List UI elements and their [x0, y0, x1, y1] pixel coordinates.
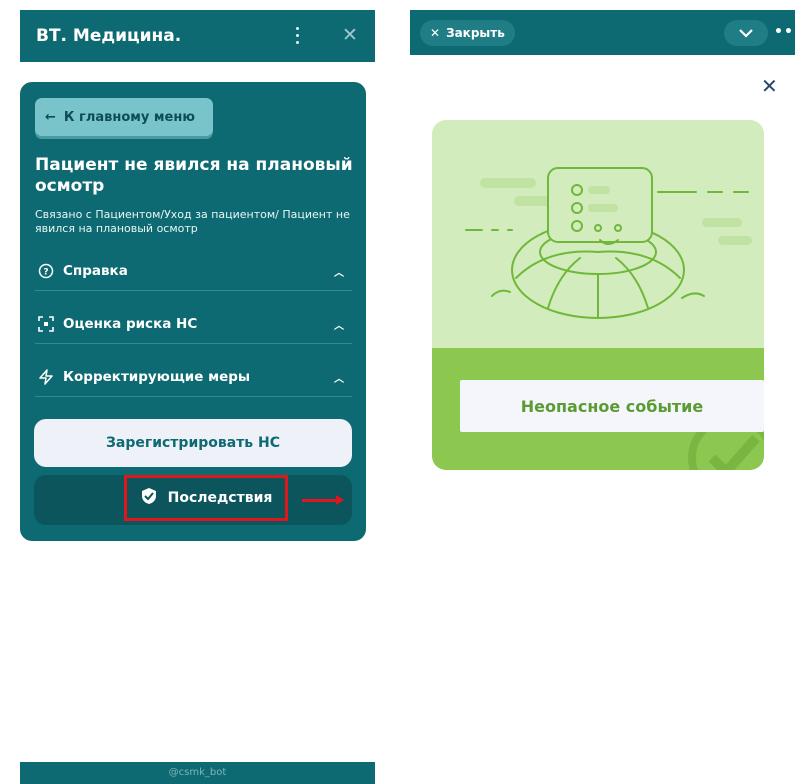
kebab-icon[interactable]: [296, 27, 300, 45]
section-risk-label: Оценка риска НС: [63, 316, 198, 332]
arrow-left-icon: ←: [45, 109, 56, 125]
close-icon[interactable]: ✕: [342, 24, 358, 46]
focus-icon: [35, 316, 57, 332]
modal-close-icon[interactable]: ✕: [761, 74, 778, 98]
non-dangerous-event-button[interactable]: Неопасное событие: [460, 380, 764, 432]
floating-robot-illustration: [465, 167, 752, 319]
consequences-row: Последствия: [34, 475, 352, 525]
question-icon: ?: [35, 263, 57, 279]
incident-category-path: Связано с Пациентом/Уход за пациентом/ П…: [35, 208, 350, 235]
section-corrective-label: Корректирующие меры: [63, 369, 251, 385]
incident-card: ← К главному меню Пациент не явился на п…: [20, 82, 366, 541]
back-to-main-menu-button[interactable]: ← К главному меню: [35, 98, 213, 136]
svg-text:?: ?: [43, 268, 48, 278]
chevron-down-icon: [739, 29, 753, 38]
check-badge-icon: [140, 487, 158, 509]
safe-event-card: Неопасное событие: [432, 120, 764, 470]
close-webapp-button[interactable]: ✕ Закрыть: [420, 20, 515, 46]
register-incident-button[interactable]: Зарегистрировать НС: [34, 419, 352, 467]
section-help-label: Справка: [63, 263, 128, 279]
back-button-label: К главному меню: [63, 109, 195, 125]
incident-title: Пациент не явился на плановый осмотр: [35, 155, 353, 196]
chevron-up-icon: ︿: [334, 373, 344, 385]
section-help[interactable]: ? Справка ︿: [35, 252, 352, 291]
more-icon[interactable]: •••: [774, 24, 795, 40]
chat-title: ВТ. Медицина.: [36, 26, 182, 46]
lightning-icon: [35, 369, 57, 385]
chat-header: ВТ. Медицина. ✕: [20, 10, 375, 62]
collapse-button[interactable]: [724, 20, 768, 46]
webapp-header: ✕ Закрыть •••: [410, 10, 795, 55]
bot-footer: @csmk_bot: [20, 762, 375, 784]
close-icon: ✕: [430, 26, 441, 40]
red-arrow-annotation: [302, 495, 344, 505]
consequences-button[interactable]: Последствия: [124, 475, 288, 521]
consequences-label: Последствия: [167, 490, 273, 506]
chevron-up-icon: ︿: [334, 267, 344, 279]
section-risk-assessment[interactable]: Оценка риска НС ︿: [35, 305, 352, 344]
close-webapp-label: Закрыть: [446, 26, 505, 40]
section-corrective-actions[interactable]: Корректирующие меры ︿: [35, 358, 352, 397]
chevron-up-icon: ︿: [334, 320, 344, 332]
